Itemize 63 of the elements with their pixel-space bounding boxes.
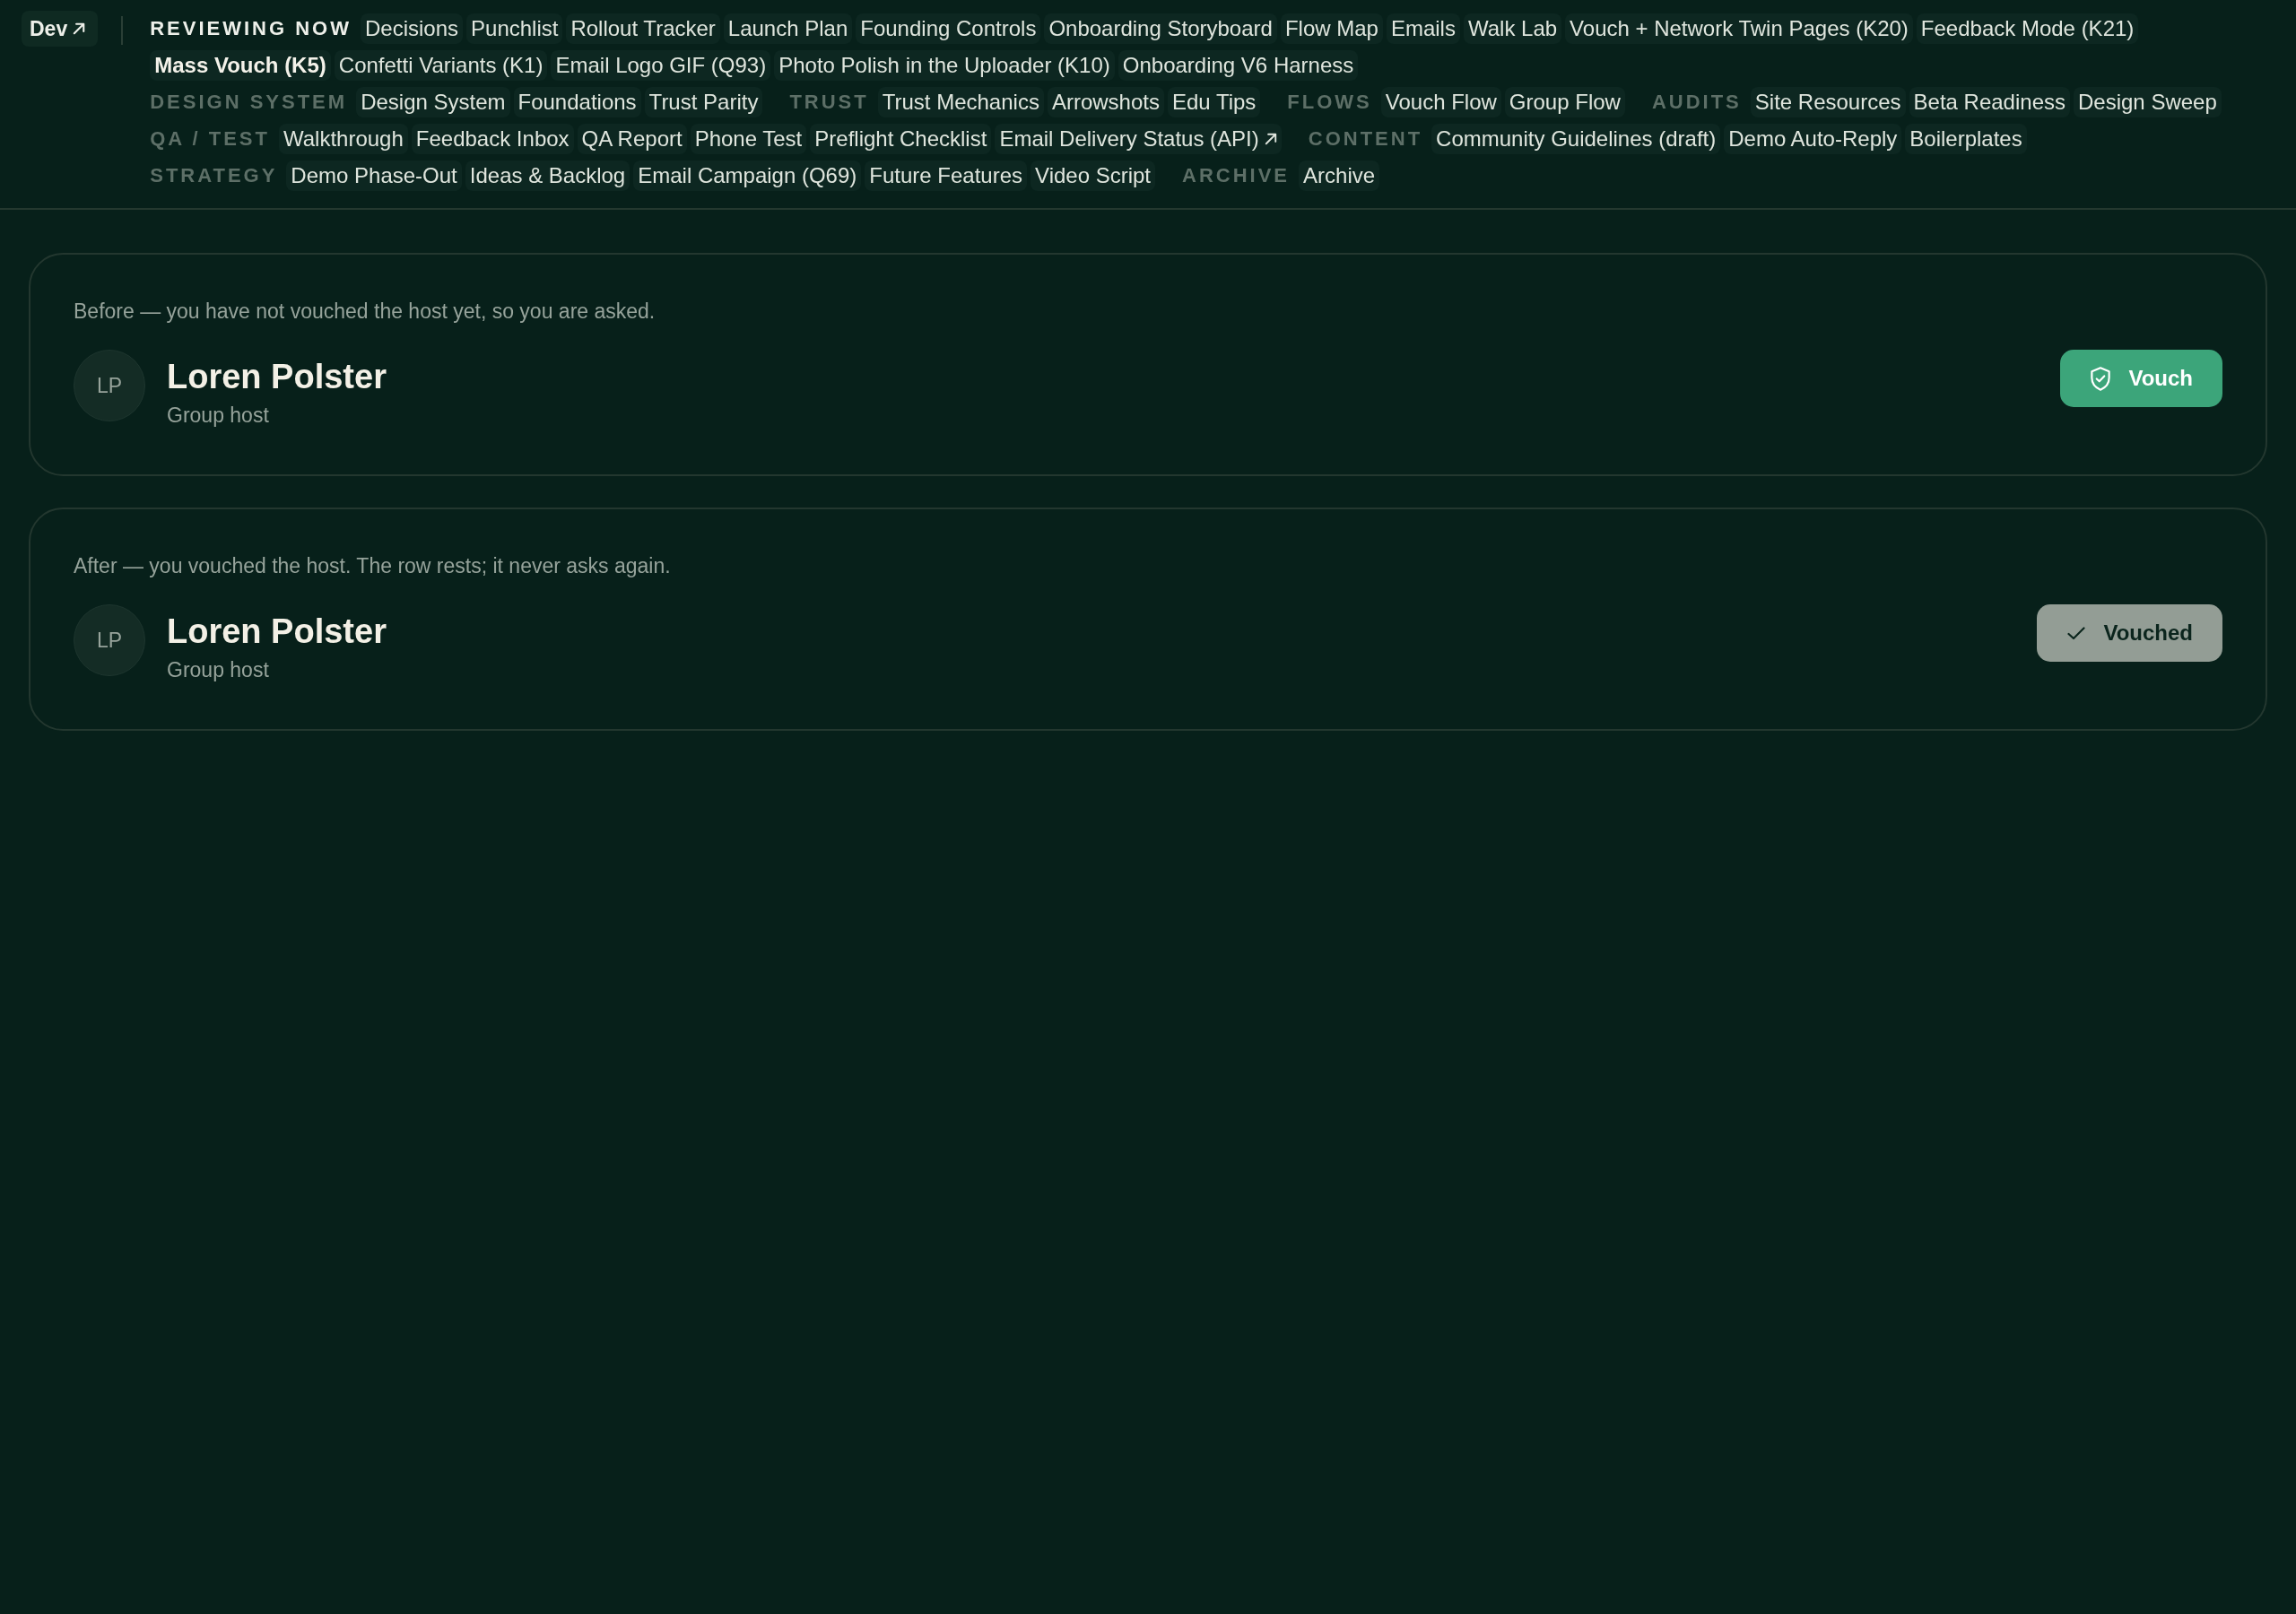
nav-link[interactable]: Phone Test xyxy=(690,124,807,154)
nav-link[interactable]: Design System xyxy=(356,87,510,117)
nav-link[interactable]: Arrowshots xyxy=(1047,87,1164,117)
host-name: Loren Polster xyxy=(167,357,387,396)
nav-link[interactable]: Emails xyxy=(1386,13,1460,44)
nav-link[interactable]: Confetti Variants (K1) xyxy=(334,50,548,81)
nav-link[interactable]: Future Features xyxy=(865,161,1028,191)
nav-link[interactable]: Preflight Checklist xyxy=(810,124,992,154)
nav-link[interactable]: Founding Controls xyxy=(856,13,1041,44)
check-icon xyxy=(2067,626,2086,640)
nav-link[interactable]: Group Flow xyxy=(1504,87,1625,117)
dev-link[interactable]: Dev xyxy=(22,11,99,47)
nav-link[interactable]: Feedback Inbox xyxy=(411,124,574,154)
nav-link[interactable]: Trust Parity xyxy=(644,87,763,117)
nav-section-label: ARCHIVE xyxy=(1182,164,1291,187)
host-role: Group host xyxy=(167,658,269,682)
avatar: LP xyxy=(74,604,145,676)
nav-link[interactable]: Archive xyxy=(1299,161,1380,191)
nav-link[interactable]: Photo Polish in the Uploader (K10) xyxy=(774,50,1115,81)
nav-link[interactable]: Launch Plan xyxy=(723,13,853,44)
nav-link[interactable]: Decisions xyxy=(361,13,464,44)
nav-section-label: STRATEGY xyxy=(150,164,278,187)
nav-link[interactable]: Punchlist xyxy=(466,13,563,44)
nav-link[interactable]: Ideas & Backlog xyxy=(465,161,631,191)
nav-link[interactable]: Rollout Tracker xyxy=(566,13,720,44)
nav-link[interactable]: Email Campaign (Q69) xyxy=(633,161,862,191)
nav-link[interactable]: Trust Mechanics xyxy=(877,87,1044,117)
nav-section-label: CONTENT xyxy=(1308,127,1423,151)
card-caption: Before — you have not vouched the host yet, so you are asked. xyxy=(74,299,656,324)
nav-link[interactable]: Foundations xyxy=(513,87,641,117)
nav-link[interactable]: Onboarding Storyboard xyxy=(1044,13,1277,44)
nav-section-label: FLOWS xyxy=(1287,91,1372,114)
nav-link[interactable]: Email Logo GIF (Q93) xyxy=(551,50,771,81)
host-role: Group host xyxy=(167,404,269,428)
avatar: LP xyxy=(74,350,145,421)
nav-link[interactable]: Demo Phase-Out xyxy=(286,161,462,191)
nav-link[interactable]: Video Script xyxy=(1031,161,1156,191)
nav-section-label: REVIEWING NOW xyxy=(150,17,352,40)
nav-link[interactable]: Beta Readiness xyxy=(1909,87,2070,117)
nav-section-label: QA / TEST xyxy=(150,127,270,151)
host-name: Loren Polster xyxy=(167,612,387,651)
nav-link[interactable]: Design Sweep xyxy=(2074,87,2222,117)
nav-link[interactable]: Boilerplates xyxy=(1905,124,2027,154)
nav-link[interactable]: Flow Map xyxy=(1280,13,1383,44)
nav-link[interactable]: Vouch Flow xyxy=(1380,87,1501,117)
shield-check-icon xyxy=(2091,366,2111,391)
nav-link[interactable]: Walkthrough xyxy=(278,124,408,154)
nav-link[interactable]: Walk Lab xyxy=(1463,13,1562,44)
nav-link[interactable]: Onboarding V6 Harness xyxy=(1118,50,1359,81)
nav-link[interactable]: Email Delivery Status (API) xyxy=(995,124,1282,154)
nav-link[interactable]: Feedback Mode (K21) xyxy=(1916,13,2139,44)
nav-link[interactable]: Demo Auto-Reply xyxy=(1724,124,1902,154)
vouch-button[interactable]: Vouched xyxy=(2037,604,2222,662)
nav-link[interactable]: Edu Tips xyxy=(1167,87,1261,117)
nav-section-label: AUDITS xyxy=(1651,91,1742,114)
nav-link[interactable]: Community Guidelines (draft) xyxy=(1431,124,1721,154)
nav-link[interactable]: Site Resources xyxy=(1750,87,1906,117)
nav-link[interactable]: QA Report xyxy=(577,124,687,154)
nav-link[interactable]: Mass Vouch (K5) xyxy=(150,50,331,81)
nav-section-label: DESIGN SYSTEM xyxy=(150,91,348,114)
card-caption: After — you vouched the host. The row rests; it never asks again. xyxy=(74,554,671,578)
nav-link[interactable]: Vouch + Network Twin Pages (K20) xyxy=(1565,13,1913,44)
nav-section-label: TRUST xyxy=(789,91,869,114)
